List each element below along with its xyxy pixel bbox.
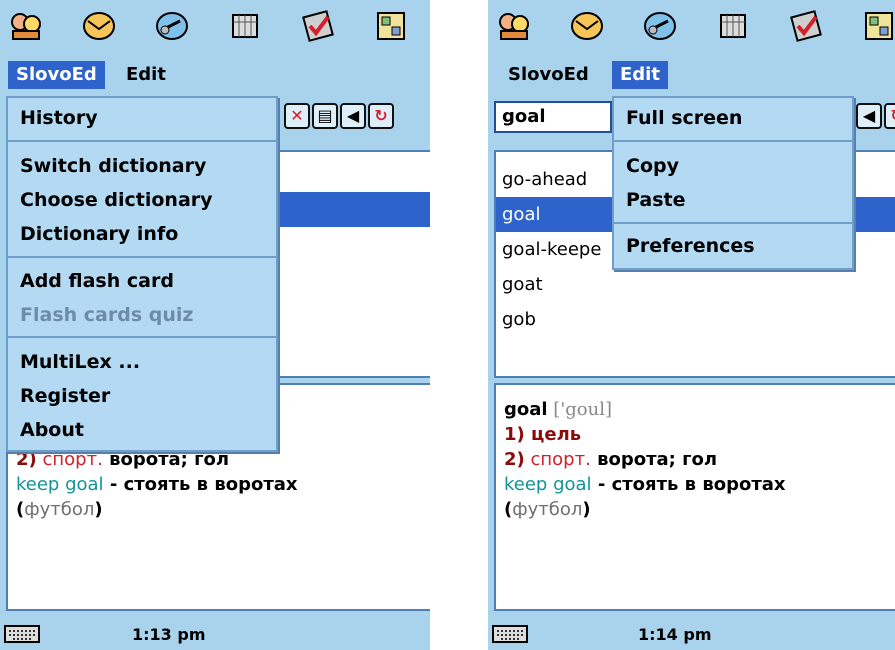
calendar-icon[interactable] bbox=[228, 9, 262, 43]
note-line: (футбол) bbox=[504, 499, 591, 520]
envelope-icon[interactable] bbox=[82, 9, 116, 43]
app-icon-bar bbox=[0, 0, 430, 57]
menu-item-about[interactable]: About bbox=[8, 412, 276, 448]
clock: 1:14 pm bbox=[638, 625, 712, 644]
menu-item-add-flash-card[interactable]: Add flash card bbox=[8, 263, 276, 299]
phrase-link[interactable]: keep goal bbox=[16, 474, 104, 495]
menu-item-paste[interactable]: Paste bbox=[614, 182, 852, 218]
headword: goal bbox=[504, 399, 548, 420]
clipboard-icon[interactable]: ▤ bbox=[312, 103, 338, 129]
link-icon[interactable] bbox=[155, 9, 189, 43]
headword-line: goal ['goul] bbox=[504, 397, 895, 422]
menu-item-flash-cards-quiz: Flash cards quiz bbox=[20, 304, 194, 326]
search-input[interactable]: goal bbox=[494, 101, 612, 133]
menu-bar: SlovoEd Edit bbox=[488, 57, 895, 93]
note-line: (футбол) bbox=[16, 499, 103, 520]
phrase-line: keep goal - стоять в воротах bbox=[504, 474, 786, 495]
slovoed-dropdown-menu: History Switch dictionary Choose diction… bbox=[6, 96, 278, 452]
settings-grid-icon[interactable] bbox=[862, 9, 895, 43]
menu-edit[interactable]: Edit bbox=[118, 61, 174, 89]
status-bar: 1:13 pm bbox=[0, 617, 430, 650]
menu-item-copy[interactable]: Copy bbox=[614, 148, 852, 184]
link-icon[interactable] bbox=[643, 9, 677, 43]
keyboard-icon[interactable] bbox=[492, 625, 528, 643]
keyboard-icon[interactable] bbox=[4, 625, 40, 643]
menu-item-switch-dictionary[interactable]: Switch dictionary bbox=[8, 148, 276, 184]
settings-grid-icon[interactable] bbox=[374, 9, 408, 43]
people-icon[interactable] bbox=[9, 9, 43, 43]
edit-dropdown-menu: Full screen Copy Paste Preferences bbox=[612, 96, 854, 270]
menu-slovoed[interactable]: SlovoEd bbox=[500, 61, 597, 89]
menu-slovoed[interactable]: SlovoEd bbox=[8, 61, 105, 89]
status-bar: 1:14 pm bbox=[488, 617, 895, 650]
article-pane: goal ['goul] 1) цель 2) спорт. ворота; г… bbox=[494, 383, 895, 611]
list-item[interactable]: gob bbox=[496, 302, 895, 337]
right-screen: SlovoEd Edit goal ◀ ↻ go-ahead goal goal… bbox=[488, 0, 895, 650]
menu-item-multilex[interactable]: MultiLex ... bbox=[8, 344, 276, 380]
back-icon[interactable]: ◀ bbox=[340, 103, 366, 129]
sense-2: 2) спорт. ворота; гол bbox=[504, 449, 718, 470]
menu-bar: SlovoEd Edit bbox=[0, 57, 430, 93]
refresh-icon[interactable]: ↻ bbox=[884, 103, 895, 129]
usage-mark: спорт. bbox=[42, 449, 103, 470]
envelope-icon[interactable] bbox=[570, 9, 604, 43]
left-screen: SlovoEd Edit ✕ ▤ ◀ ↻ 2) спорт. ворота; г… bbox=[0, 0, 430, 650]
usage-mark: спорт. bbox=[530, 449, 591, 470]
menu-item-choose-dictionary[interactable]: Choose dictionary bbox=[8, 182, 276, 218]
sense-1: 1) цель bbox=[504, 424, 582, 445]
phrase-line: keep goal - стоять в воротах bbox=[16, 474, 298, 495]
checkmark-icon[interactable] bbox=[301, 9, 335, 43]
menu-edit[interactable]: Edit bbox=[612, 61, 668, 89]
phrase-link[interactable]: keep goal bbox=[504, 474, 592, 495]
transcription: ['goul] bbox=[547, 399, 613, 420]
menu-item-full-screen[interactable]: Full screen bbox=[614, 100, 852, 136]
app-icon-bar bbox=[488, 0, 895, 57]
menu-item-history[interactable]: History bbox=[8, 100, 276, 136]
menu-item-preferences[interactable]: Preferences bbox=[614, 228, 852, 264]
refresh-icon[interactable]: ↻ bbox=[368, 103, 394, 129]
delete-icon[interactable]: ✕ bbox=[284, 103, 310, 129]
calendar-icon[interactable] bbox=[716, 9, 750, 43]
back-icon[interactable]: ◀ bbox=[856, 103, 882, 129]
clock: 1:13 pm bbox=[132, 625, 206, 644]
menu-item-dictionary-info[interactable]: Dictionary info bbox=[8, 216, 276, 252]
menu-item-register[interactable]: Register bbox=[8, 378, 276, 414]
list-item[interactable]: goat bbox=[496, 267, 895, 302]
checkmark-icon[interactable] bbox=[789, 9, 823, 43]
people-icon[interactable] bbox=[497, 9, 531, 43]
